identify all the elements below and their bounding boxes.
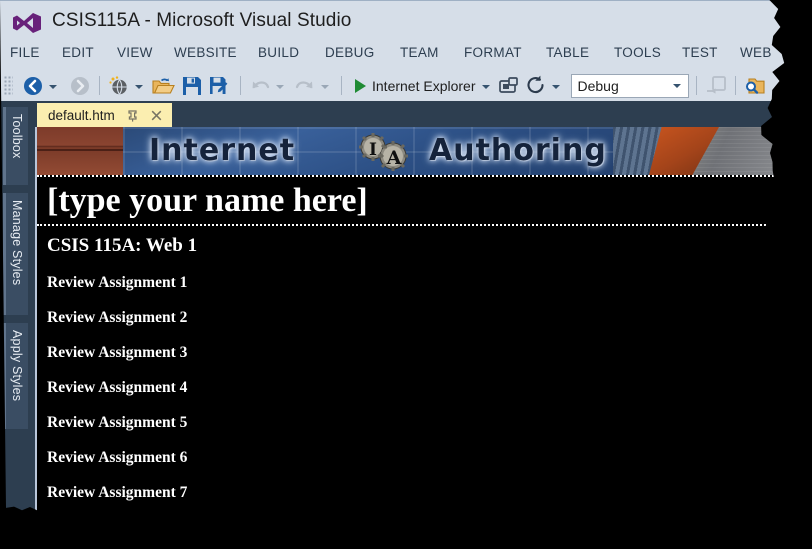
list-item[interactable]: Review Assignment 2 — [37, 292, 812, 327]
page-banner-image: Internet Authoring I A — [37, 127, 812, 177]
browser-select-icon[interactable] — [497, 74, 521, 98]
menu-item-website[interactable]: WEBSITE — [174, 45, 237, 60]
start-debugging-dropdown-icon[interactable] — [481, 85, 490, 89]
new-website-dropdown-icon[interactable] — [135, 85, 143, 89]
menu-bar: FILE EDIT VIEW WEBSITE BUILD DEBUG TEAM … — [0, 45, 812, 69]
toolbar-grip[interactable] — [4, 75, 13, 96]
list-item[interactable]: Review Assignment 5 — [37, 397, 812, 432]
redo-dropdown-icon — [321, 85, 329, 89]
list-item[interactable]: Review Assignment 6 — [37, 432, 812, 467]
title-bar: CSIS115A - Microsoft Visual Studio — [0, 0, 812, 45]
menu-item-tools[interactable]: TOOLS — [614, 45, 661, 60]
sidebar-item-manage-styles[interactable]: Manage Styles — [3, 193, 28, 315]
page-title[interactable]: [type your name here] — [37, 177, 812, 226]
logo-letter-i: I — [369, 140, 377, 160]
refresh-dropdown-icon[interactable] — [551, 85, 560, 89]
menu-item-view[interactable]: VIEW — [117, 45, 153, 60]
menu-item-edit[interactable]: EDIT — [62, 45, 94, 60]
close-x-icon[interactable] — [150, 109, 163, 122]
tab-default-htm[interactable]: default.htm — [37, 103, 172, 127]
sidebar-item-label: Toolbox — [10, 114, 24, 159]
step-into-icon — [706, 75, 726, 94]
logo-letter-a: A — [386, 147, 402, 169]
visual-studio-window: CSIS115A - Microsoft Visual Studio FILE … — [0, 0, 812, 549]
find-folder-icon[interactable] — [743, 74, 767, 98]
chevron-down-icon[interactable] — [672, 83, 681, 88]
visual-studio-logo-icon — [13, 13, 41, 33]
list-item[interactable]: Review Assignment 1 — [37, 257, 812, 292]
new-website-globe-icon[interactable] — [107, 74, 131, 98]
torn-paper-screenshot: CSIS115A - Microsoft Visual Studio FILE … — [0, 0, 812, 549]
document-tab-strip: default.htm — [28, 101, 812, 127]
left-dock-strip: Toolbox Manage Styles Apply Styles — [0, 101, 28, 549]
menu-item-file[interactable]: FILE — [10, 45, 40, 60]
save-floppy-icon[interactable] — [180, 74, 204, 98]
standard-toolbar: Internet Explorer Debug — [0, 69, 812, 103]
menu-item-format[interactable]: FORMAT — [464, 45, 522, 60]
banner-word-authoring: Authoring — [429, 133, 607, 168]
save-all-floppy-icon[interactable] — [209, 74, 233, 98]
banner-building-texture — [613, 127, 812, 175]
undo-dropdown-icon — [276, 85, 284, 89]
page-subtitle[interactable]: CSIS 115A: Web 1 — [37, 226, 812, 257]
sidebar-item-toolbox[interactable]: Toolbox — [3, 107, 28, 185]
banner-brick-texture — [37, 127, 133, 175]
open-folder-icon[interactable] — [151, 74, 175, 98]
window-title: CSIS115A - Microsoft Visual Studio — [52, 10, 352, 31]
menu-item-build[interactable]: BUILD — [258, 45, 299, 60]
banner-word-internet: Internet — [149, 133, 296, 168]
list-item[interactable]: Review Assignment 4 — [37, 362, 812, 397]
menu-item-team[interactable]: TEAM — [400, 45, 439, 60]
menu-item-test[interactable]: TEST — [682, 45, 718, 60]
play-triangle-icon[interactable] — [355, 78, 366, 93]
menu-item-table[interactable]: TABLE — [546, 45, 589, 60]
tab-label: default.htm — [48, 107, 115, 123]
start-debugging-label[interactable]: Internet Explorer — [372, 78, 476, 94]
menu-item-debug[interactable]: DEBUG — [325, 45, 375, 60]
navigate-forward-icon — [71, 76, 89, 95]
navigate-back-icon[interactable] — [21, 74, 45, 98]
refresh-icon[interactable] — [524, 74, 548, 98]
work-area: Toolbox Manage Styles Apply Styles defau… — [0, 101, 812, 549]
sidebar-item-label: Apply Styles — [10, 330, 24, 402]
sidebar-item-apply-styles[interactable]: Apply Styles — [3, 323, 28, 429]
redo-arrow-icon — [295, 80, 313, 88]
pin-icon[interactable] — [126, 109, 139, 122]
list-item[interactable]: Review Assignment 7 — [37, 467, 812, 502]
design-view-canvas[interactable]: Internet Authoring I A [type your name h… — [35, 127, 812, 549]
gears-ia-logo-icon: I A — [359, 133, 408, 171]
undo-arrow-icon — [252, 80, 270, 88]
navigate-back-dropdown-icon[interactable] — [49, 85, 57, 89]
sidebar-item-label: Manage Styles — [10, 200, 24, 286]
configuration-select[interactable]: Debug — [570, 73, 689, 98]
configuration-value: Debug — [577, 77, 619, 94]
page-content: [type your name here] CSIS 115A: Web 1 R… — [37, 177, 812, 502]
list-item[interactable]: Review Assignment 3 — [37, 327, 812, 362]
menu-item-web[interactable]: WEB — [740, 45, 772, 60]
